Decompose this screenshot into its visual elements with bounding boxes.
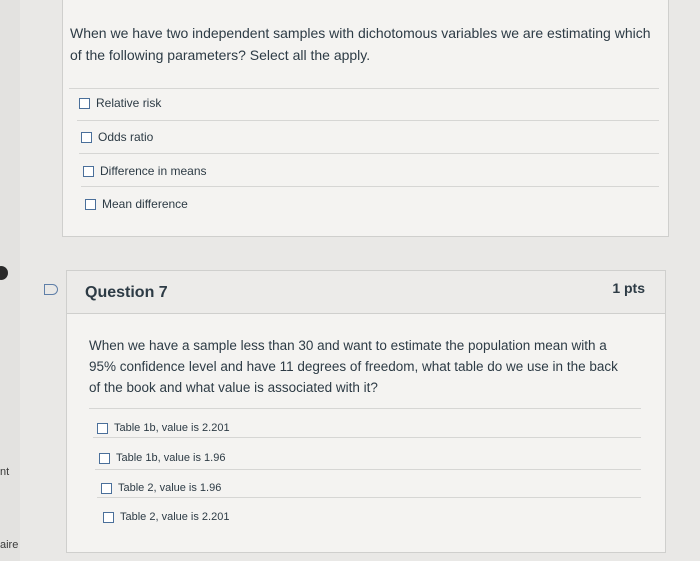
- question-7-text: When we have a sample less than 30 and w…: [89, 338, 618, 395]
- divider: [93, 437, 641, 438]
- checkbox[interactable]: [99, 452, 110, 464]
- answer-option[interactable]: Relative risk: [79, 96, 161, 110]
- checkbox[interactable]: [83, 165, 94, 177]
- question-7-card: Question 7 1 pts When we have a sample l…: [66, 270, 666, 553]
- answer-label: Difference in means: [100, 164, 207, 178]
- answer-label: Table 1b, value is 1.96: [116, 452, 226, 464]
- answer-option[interactable]: Table 2, value is 1.96: [101, 482, 221, 494]
- divider: [81, 186, 659, 187]
- answer-option[interactable]: Table 2, value is 2.201: [103, 511, 229, 523]
- answer-option[interactable]: Table 1b, value is 1.96: [99, 452, 225, 464]
- sidebar-text-fragment: nt: [0, 466, 10, 478]
- checkbox[interactable]: [81, 131, 92, 143]
- checkbox[interactable]: [85, 198, 96, 210]
- answer-option[interactable]: Table 1b, value is 2.201: [97, 422, 230, 434]
- divider: [77, 120, 659, 121]
- divider: [97, 497, 641, 498]
- question-6-card: When we have two independent samples wit…: [62, 0, 669, 237]
- answer-option[interactable]: Mean difference: [85, 197, 188, 211]
- answer-label: Odds ratio: [98, 130, 154, 144]
- divider: [69, 88, 659, 89]
- divider: [95, 469, 641, 470]
- checkbox[interactable]: [101, 482, 112, 494]
- answer-label: Mean difference: [102, 197, 188, 211]
- question-title: Question 7: [85, 284, 168, 301]
- answer-label: Table 1b, value is 2.201: [114, 422, 230, 434]
- answer-option[interactable]: Odds ratio: [81, 130, 153, 144]
- question-6-text: When we have two independent samples wit…: [70, 25, 651, 63]
- checkbox[interactable]: [103, 511, 114, 523]
- checkbox[interactable]: [97, 422, 108, 434]
- divider: [79, 153, 659, 154]
- answer-label: Table 2, value is 2.201: [120, 511, 230, 523]
- answer-label: Relative risk: [96, 96, 162, 110]
- answer-label: Table 2, value is 1.96: [118, 482, 222, 494]
- answer-option[interactable]: Difference in means: [83, 164, 207, 178]
- checkbox[interactable]: [79, 97, 90, 109]
- question-header: Question 7 1 pts: [67, 271, 665, 314]
- flag-question-icon[interactable]: [44, 284, 58, 295]
- sidebar-text-fragment: aire: [0, 539, 19, 551]
- question-points: 1 pts: [612, 280, 645, 296]
- divider: [89, 408, 641, 409]
